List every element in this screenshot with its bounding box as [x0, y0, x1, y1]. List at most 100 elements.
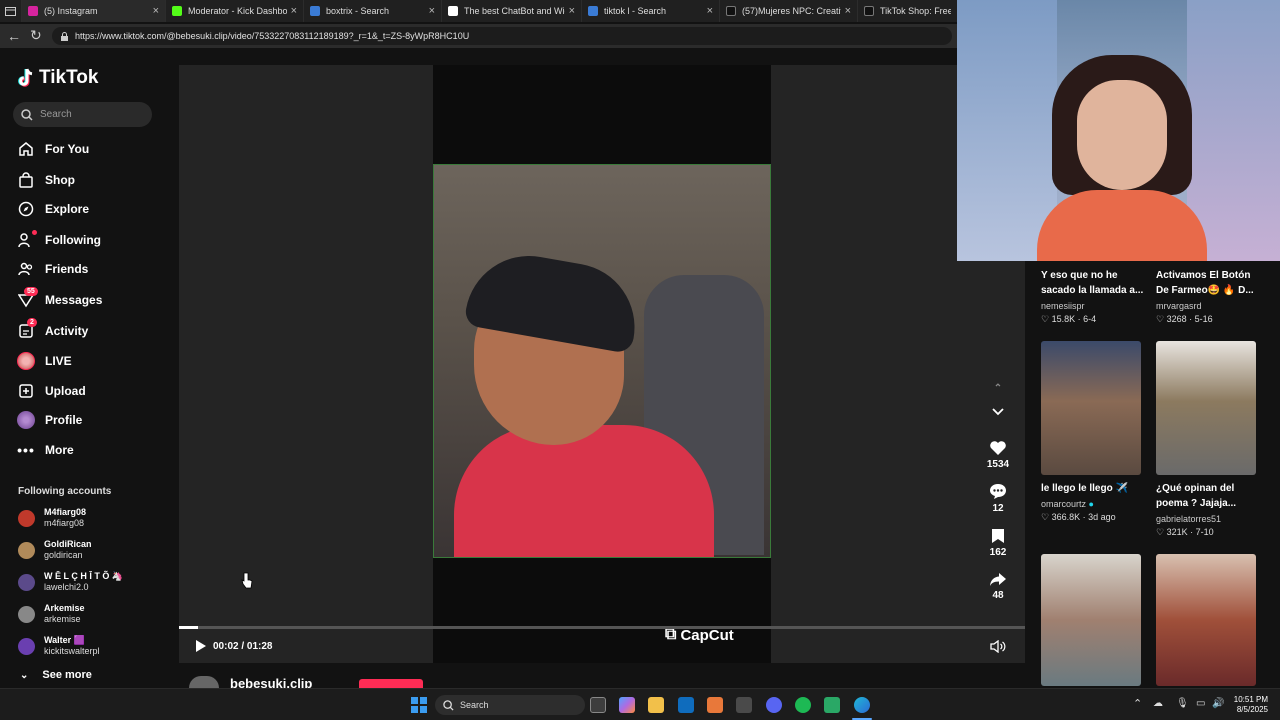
- video-frame[interactable]: ⧉ CapCut: [433, 65, 771, 663]
- task-view-icon[interactable]: [590, 697, 606, 713]
- nav-more[interactable]: ••• More: [17, 439, 74, 461]
- heart-outline-icon: ♡: [1156, 527, 1165, 537]
- like-button[interactable]: 1534: [983, 440, 1013, 470]
- nav-live[interactable]: LIVE: [17, 350, 72, 372]
- file-explorer-icon[interactable]: [648, 697, 664, 713]
- tiktok-logo[interactable]: TikTok: [18, 67, 98, 89]
- video-stats: ♡ 366.8K · 3d ago: [1041, 512, 1116, 522]
- save-button[interactable]: 162: [983, 528, 1013, 558]
- see-more-button[interactable]: ⌄ See more: [20, 669, 92, 681]
- nav-friends[interactable]: Friends: [17, 258, 88, 280]
- spotify-icon[interactable]: [795, 697, 811, 713]
- address-bar: ← ↻ https://www.tiktok.com/@bebesuki.cli…: [0, 24, 960, 48]
- tiktok-icon: [18, 68, 33, 87]
- volume-button[interactable]: [990, 639, 1006, 658]
- nav-for-you[interactable]: For You: [17, 138, 89, 160]
- taskbar-search[interactable]: Search: [435, 695, 585, 715]
- nav-profile[interactable]: Profile: [17, 409, 82, 431]
- tab-3[interactable]: The best ChatBot and Widg ×: [442, 0, 582, 22]
- video-title[interactable]: Activamos El Botón De Farmeo🤩 🔥 D...: [1156, 268, 1261, 298]
- refresh-icon[interactable]: ↻: [30, 27, 42, 44]
- video-thumbnail[interactable]: [1041, 554, 1141, 686]
- close-icon[interactable]: ×: [429, 5, 435, 17]
- onedrive-icon[interactable]: ☁: [1153, 698, 1163, 709]
- tab-1[interactable]: Moderator - Kick Dashboard ×: [166, 0, 304, 22]
- back-icon[interactable]: ←: [7, 28, 21, 44]
- author-avatar[interactable]: [189, 676, 219, 688]
- shop-icon: [17, 171, 35, 189]
- discord-icon[interactable]: [766, 697, 782, 713]
- tab-0[interactable]: (5) Instagram ×: [22, 0, 166, 22]
- tab-6[interactable]: TikTok Shop: Free Ship: [858, 0, 958, 22]
- sidebar: TikTok Search For You Shop Explore Follo…: [0, 50, 175, 685]
- video-content: [433, 164, 771, 558]
- nav-messages[interactable]: 55 Messages: [17, 287, 102, 311]
- video-player[interactable]: ⧉ CapCut 00:02 / 01:28: [179, 65, 1025, 663]
- heart-icon: [990, 441, 1006, 455]
- speaker-icon[interactable]: 🔊: [1212, 698, 1224, 709]
- comment-button[interactable]: 12: [983, 483, 1013, 514]
- tab-5[interactable]: (57)Mujeres NPC: Creativid ×: [720, 0, 858, 22]
- account-item[interactable]: W Ē L Ç H Ī T Õ 🦄 lawelchi2.0: [18, 571, 123, 593]
- video-author[interactable]: nemesiispr: [1041, 301, 1085, 311]
- close-icon[interactable]: ×: [153, 5, 159, 17]
- video-title[interactable]: ¿Qué opinan del poema ? Jajaja...: [1156, 481, 1266, 511]
- tray-chevron-icon[interactable]: ⌃: [1133, 697, 1142, 710]
- video-title[interactable]: le llego le llego ✈️: [1041, 481, 1146, 496]
- windows-start-icon[interactable]: [411, 697, 427, 713]
- video-thumbnail[interactable]: [1041, 341, 1141, 475]
- nav-activity[interactable]: 2 Activity: [17, 318, 88, 342]
- video-thumbnail[interactable]: [1156, 341, 1256, 475]
- nav-following[interactable]: Following: [17, 229, 101, 251]
- nav-upload[interactable]: Upload: [17, 380, 86, 402]
- profile-icon: [17, 411, 35, 429]
- network-icon[interactable]: ▭: [1196, 698, 1205, 709]
- progress-fill: [179, 626, 199, 629]
- tab-4[interactable]: tiktok l - Search ×: [582, 0, 720, 22]
- microphone-icon[interactable]: 🎙: [1176, 698, 1189, 709]
- more-icon: •••: [17, 442, 35, 458]
- follow-button[interactable]: [359, 679, 423, 688]
- share-button[interactable]: 48: [983, 572, 1013, 601]
- avatar: [18, 573, 35, 591]
- instagram-icon: [28, 6, 38, 16]
- nav-explore[interactable]: Explore: [17, 198, 89, 220]
- progress-bar[interactable]: [179, 626, 1025, 629]
- video-stats: ♡ 3268 · 5-16: [1156, 314, 1213, 324]
- clock[interactable]: 10:51 PM 8/5/2025: [1228, 695, 1268, 715]
- video-author[interactable]: mrvargasrd: [1156, 301, 1202, 311]
- author-name[interactable]: bebesuki.clip: [230, 676, 312, 688]
- video-title[interactable]: Y eso que no he sacado la llamada a...: [1041, 268, 1146, 298]
- face-shape: [1077, 80, 1167, 190]
- edge-icon[interactable]: [854, 697, 870, 713]
- search-input[interactable]: Search: [13, 102, 152, 127]
- account-item[interactable]: M4fiarg08 m4fiarg08: [18, 507, 86, 529]
- compass-icon: [17, 200, 35, 218]
- tab-2[interactable]: boxtrix - Search ×: [304, 0, 442, 22]
- url-field[interactable]: https://www.tiktok.com/@bebesuki.clip/vi…: [52, 27, 952, 45]
- outlook-icon[interactable]: [678, 697, 694, 713]
- lock-icon: [61, 31, 68, 41]
- nav-shop[interactable]: Shop: [17, 169, 75, 191]
- video-author[interactable]: omarcourtz ●: [1041, 499, 1094, 509]
- previous-video-button[interactable]: ⌃: [983, 383, 1013, 394]
- account-item[interactable]: GoldiRican goldirican: [18, 539, 92, 561]
- close-icon[interactable]: ×: [569, 5, 575, 17]
- upload-icon: [17, 382, 35, 400]
- chevron-down-icon: [992, 408, 1004, 416]
- close-icon[interactable]: ×: [707, 5, 713, 17]
- account-item[interactable]: Walter 🟪 kickitswalterpl: [18, 635, 100, 657]
- copilot-icon[interactable]: [619, 697, 635, 713]
- play-button[interactable]: [195, 639, 207, 658]
- tab-actions-button[interactable]: [0, 0, 22, 22]
- app-icon[interactable]: [707, 697, 723, 713]
- store-icon[interactable]: [736, 697, 752, 713]
- close-icon[interactable]: ×: [845, 5, 851, 17]
- app-icon[interactable]: [824, 697, 840, 713]
- next-video-button[interactable]: [983, 408, 1013, 419]
- video-author[interactable]: gabrielatorres51: [1156, 514, 1221, 524]
- close-icon[interactable]: ×: [291, 5, 297, 17]
- avatar: [18, 637, 35, 655]
- account-item[interactable]: Arkemise arkemise: [18, 603, 85, 625]
- video-thumbnail[interactable]: [1156, 554, 1256, 686]
